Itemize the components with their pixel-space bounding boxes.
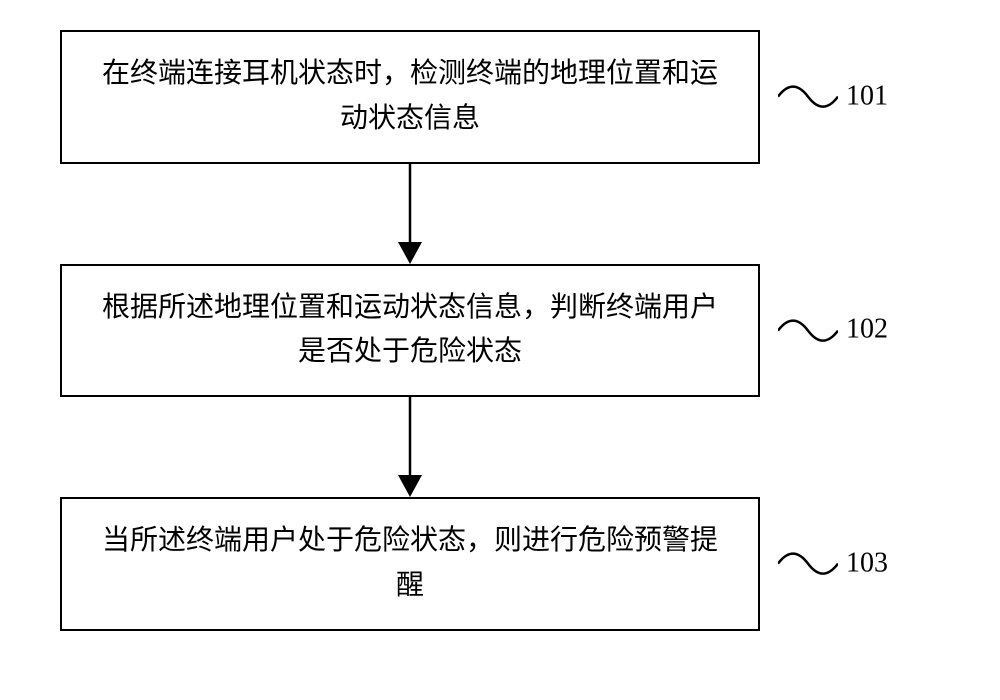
wave-connector-icon xyxy=(778,310,838,350)
step-box-1: 在终端连接耳机状态时，检测终端的地理位置和运动状态信息 101 xyxy=(60,30,760,164)
step-number: 102 xyxy=(846,308,888,353)
arrow-container xyxy=(60,397,760,497)
step-label-container: 101 xyxy=(778,74,888,119)
step-label-container: 102 xyxy=(778,308,888,353)
step-box-3: 当所述终端用户处于危险状态，则进行危险预警提醒 103 xyxy=(60,497,760,631)
step-label-container: 103 xyxy=(778,542,888,587)
flowchart-container: 在终端连接耳机状态时，检测终端的地理位置和运动状态信息 101 根据所述地理位置… xyxy=(60,30,940,631)
arrow-down-icon xyxy=(390,164,430,264)
wave-connector-icon xyxy=(778,544,838,584)
step-number: 101 xyxy=(846,74,888,119)
step-box-2: 根据所述地理位置和运动状态信息，判断终端用户是否处于危险状态 102 xyxy=(60,264,760,398)
arrow-container xyxy=(60,164,760,264)
step-text: 在终端连接耳机状态时，检测终端的地理位置和运动状态信息 xyxy=(102,58,718,134)
wave-connector-icon xyxy=(778,77,838,117)
step-number: 103 xyxy=(846,542,888,587)
step-text: 根据所述地理位置和运动状态信息，判断终端用户是否处于危险状态 xyxy=(102,292,718,368)
arrow-down-icon xyxy=(390,397,430,497)
step-text: 当所述终端用户处于危险状态，则进行危险预警提醒 xyxy=(102,525,718,601)
